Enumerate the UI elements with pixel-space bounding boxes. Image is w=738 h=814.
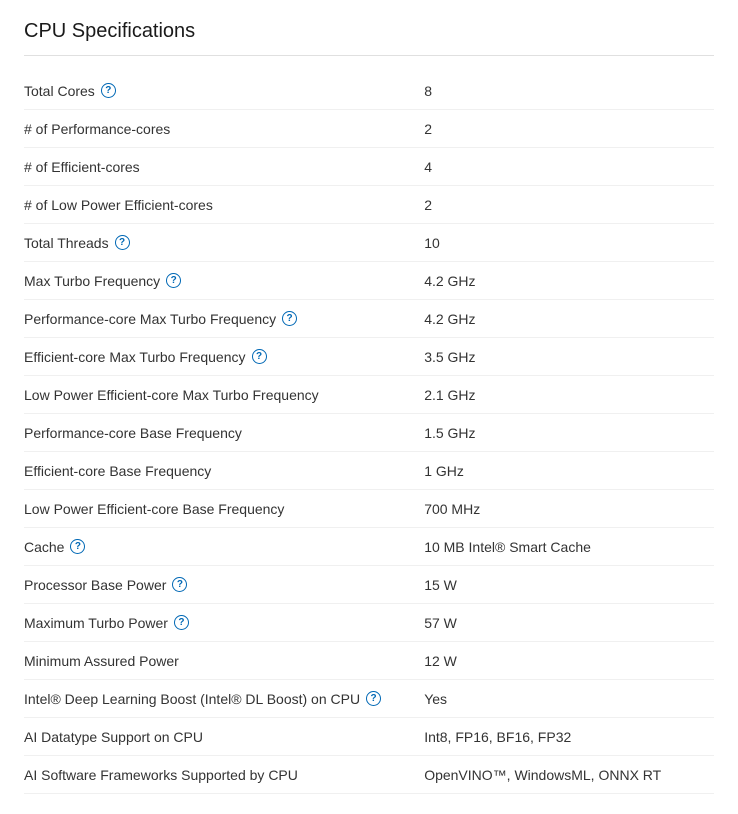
page-title: CPU Specifications <box>24 20 714 56</box>
spec-label: Processor Base Power? <box>24 577 424 593</box>
table-row: Total Threads?10 <box>24 224 714 262</box>
spec-label: Minimum Assured Power <box>24 653 424 669</box>
spec-label: # of Low Power Efficient-cores <box>24 197 424 213</box>
table-row: Total Cores?8 <box>24 72 714 110</box>
table-row: Performance-core Base Frequency1.5 GHz <box>24 414 714 452</box>
spec-value: 2 <box>424 197 714 213</box>
spec-label: Cache? <box>24 539 424 555</box>
info-icon[interactable]: ? <box>282 311 297 326</box>
spec-value: 10 <box>424 235 714 251</box>
spec-value: 4.2 GHz <box>424 311 714 327</box>
info-icon[interactable]: ? <box>115 235 130 250</box>
spec-value: 700 MHz <box>424 501 714 517</box>
info-icon[interactable]: ? <box>252 349 267 364</box>
spec-label: Total Cores? <box>24 83 424 99</box>
table-row: Cache?10 MB Intel® Smart Cache <box>24 528 714 566</box>
spec-label: AI Software Frameworks Supported by CPU <box>24 767 424 783</box>
table-row: Performance-core Max Turbo Frequency?4.2… <box>24 300 714 338</box>
table-row: Max Turbo Frequency?4.2 GHz <box>24 262 714 300</box>
info-icon[interactable]: ? <box>70 539 85 554</box>
spec-label: Performance-core Base Frequency <box>24 425 424 441</box>
spec-label: # of Performance-cores <box>24 121 424 137</box>
info-icon[interactable]: ? <box>172 577 187 592</box>
spec-table: Total Cores?8# of Performance-cores2# of… <box>24 72 714 794</box>
table-row: AI Software Frameworks Supported by CPUO… <box>24 756 714 794</box>
table-row: Intel® Deep Learning Boost (Intel® DL Bo… <box>24 680 714 718</box>
spec-value: 3.5 GHz <box>424 349 714 365</box>
spec-label: Efficient-core Max Turbo Frequency? <box>24 349 424 365</box>
spec-label: Low Power Efficient-core Base Frequency <box>24 501 424 517</box>
spec-value: 1 GHz <box>424 463 714 479</box>
spec-value: 2.1 GHz <box>424 387 714 403</box>
spec-label: Maximum Turbo Power? <box>24 615 424 631</box>
table-row: Efficient-core Base Frequency1 GHz <box>24 452 714 490</box>
table-row: Low Power Efficient-core Base Frequency7… <box>24 490 714 528</box>
spec-value: 1.5 GHz <box>424 425 714 441</box>
info-icon[interactable]: ? <box>101 83 116 98</box>
spec-label: AI Datatype Support on CPU <box>24 729 424 745</box>
spec-value: 57 W <box>424 615 714 631</box>
table-row: Maximum Turbo Power?57 W <box>24 604 714 642</box>
table-row: Efficient-core Max Turbo Frequency?3.5 G… <box>24 338 714 376</box>
info-icon[interactable]: ? <box>174 615 189 630</box>
spec-label: Intel® Deep Learning Boost (Intel® DL Bo… <box>24 691 424 707</box>
spec-label: Max Turbo Frequency? <box>24 273 424 289</box>
spec-value: 2 <box>424 121 714 137</box>
spec-value: 12 W <box>424 653 714 669</box>
spec-label: Low Power Efficient-core Max Turbo Frequ… <box>24 387 424 403</box>
table-row: Low Power Efficient-core Max Turbo Frequ… <box>24 376 714 414</box>
spec-value: 4.2 GHz <box>424 273 714 289</box>
spec-value: 4 <box>424 159 714 175</box>
info-icon[interactable]: ? <box>366 691 381 706</box>
spec-label: Performance-core Max Turbo Frequency? <box>24 311 424 327</box>
spec-value: 15 W <box>424 577 714 593</box>
table-row: Minimum Assured Power12 W <box>24 642 714 680</box>
spec-label: Efficient-core Base Frequency <box>24 463 424 479</box>
table-row: Processor Base Power?15 W <box>24 566 714 604</box>
table-row: # of Low Power Efficient-cores2 <box>24 186 714 224</box>
spec-label: # of Efficient-cores <box>24 159 424 175</box>
table-row: # of Efficient-cores4 <box>24 148 714 186</box>
spec-label: Total Threads? <box>24 235 424 251</box>
spec-value: OpenVINO™, WindowsML, ONNX RT <box>424 767 714 783</box>
info-icon[interactable]: ? <box>166 273 181 288</box>
table-row: AI Datatype Support on CPUInt8, FP16, BF… <box>24 718 714 756</box>
spec-value: Yes <box>424 691 714 707</box>
spec-value: Int8, FP16, BF16, FP32 <box>424 729 714 745</box>
spec-value: 8 <box>424 83 714 99</box>
table-row: # of Performance-cores2 <box>24 110 714 148</box>
spec-value: 10 MB Intel® Smart Cache <box>424 539 714 555</box>
